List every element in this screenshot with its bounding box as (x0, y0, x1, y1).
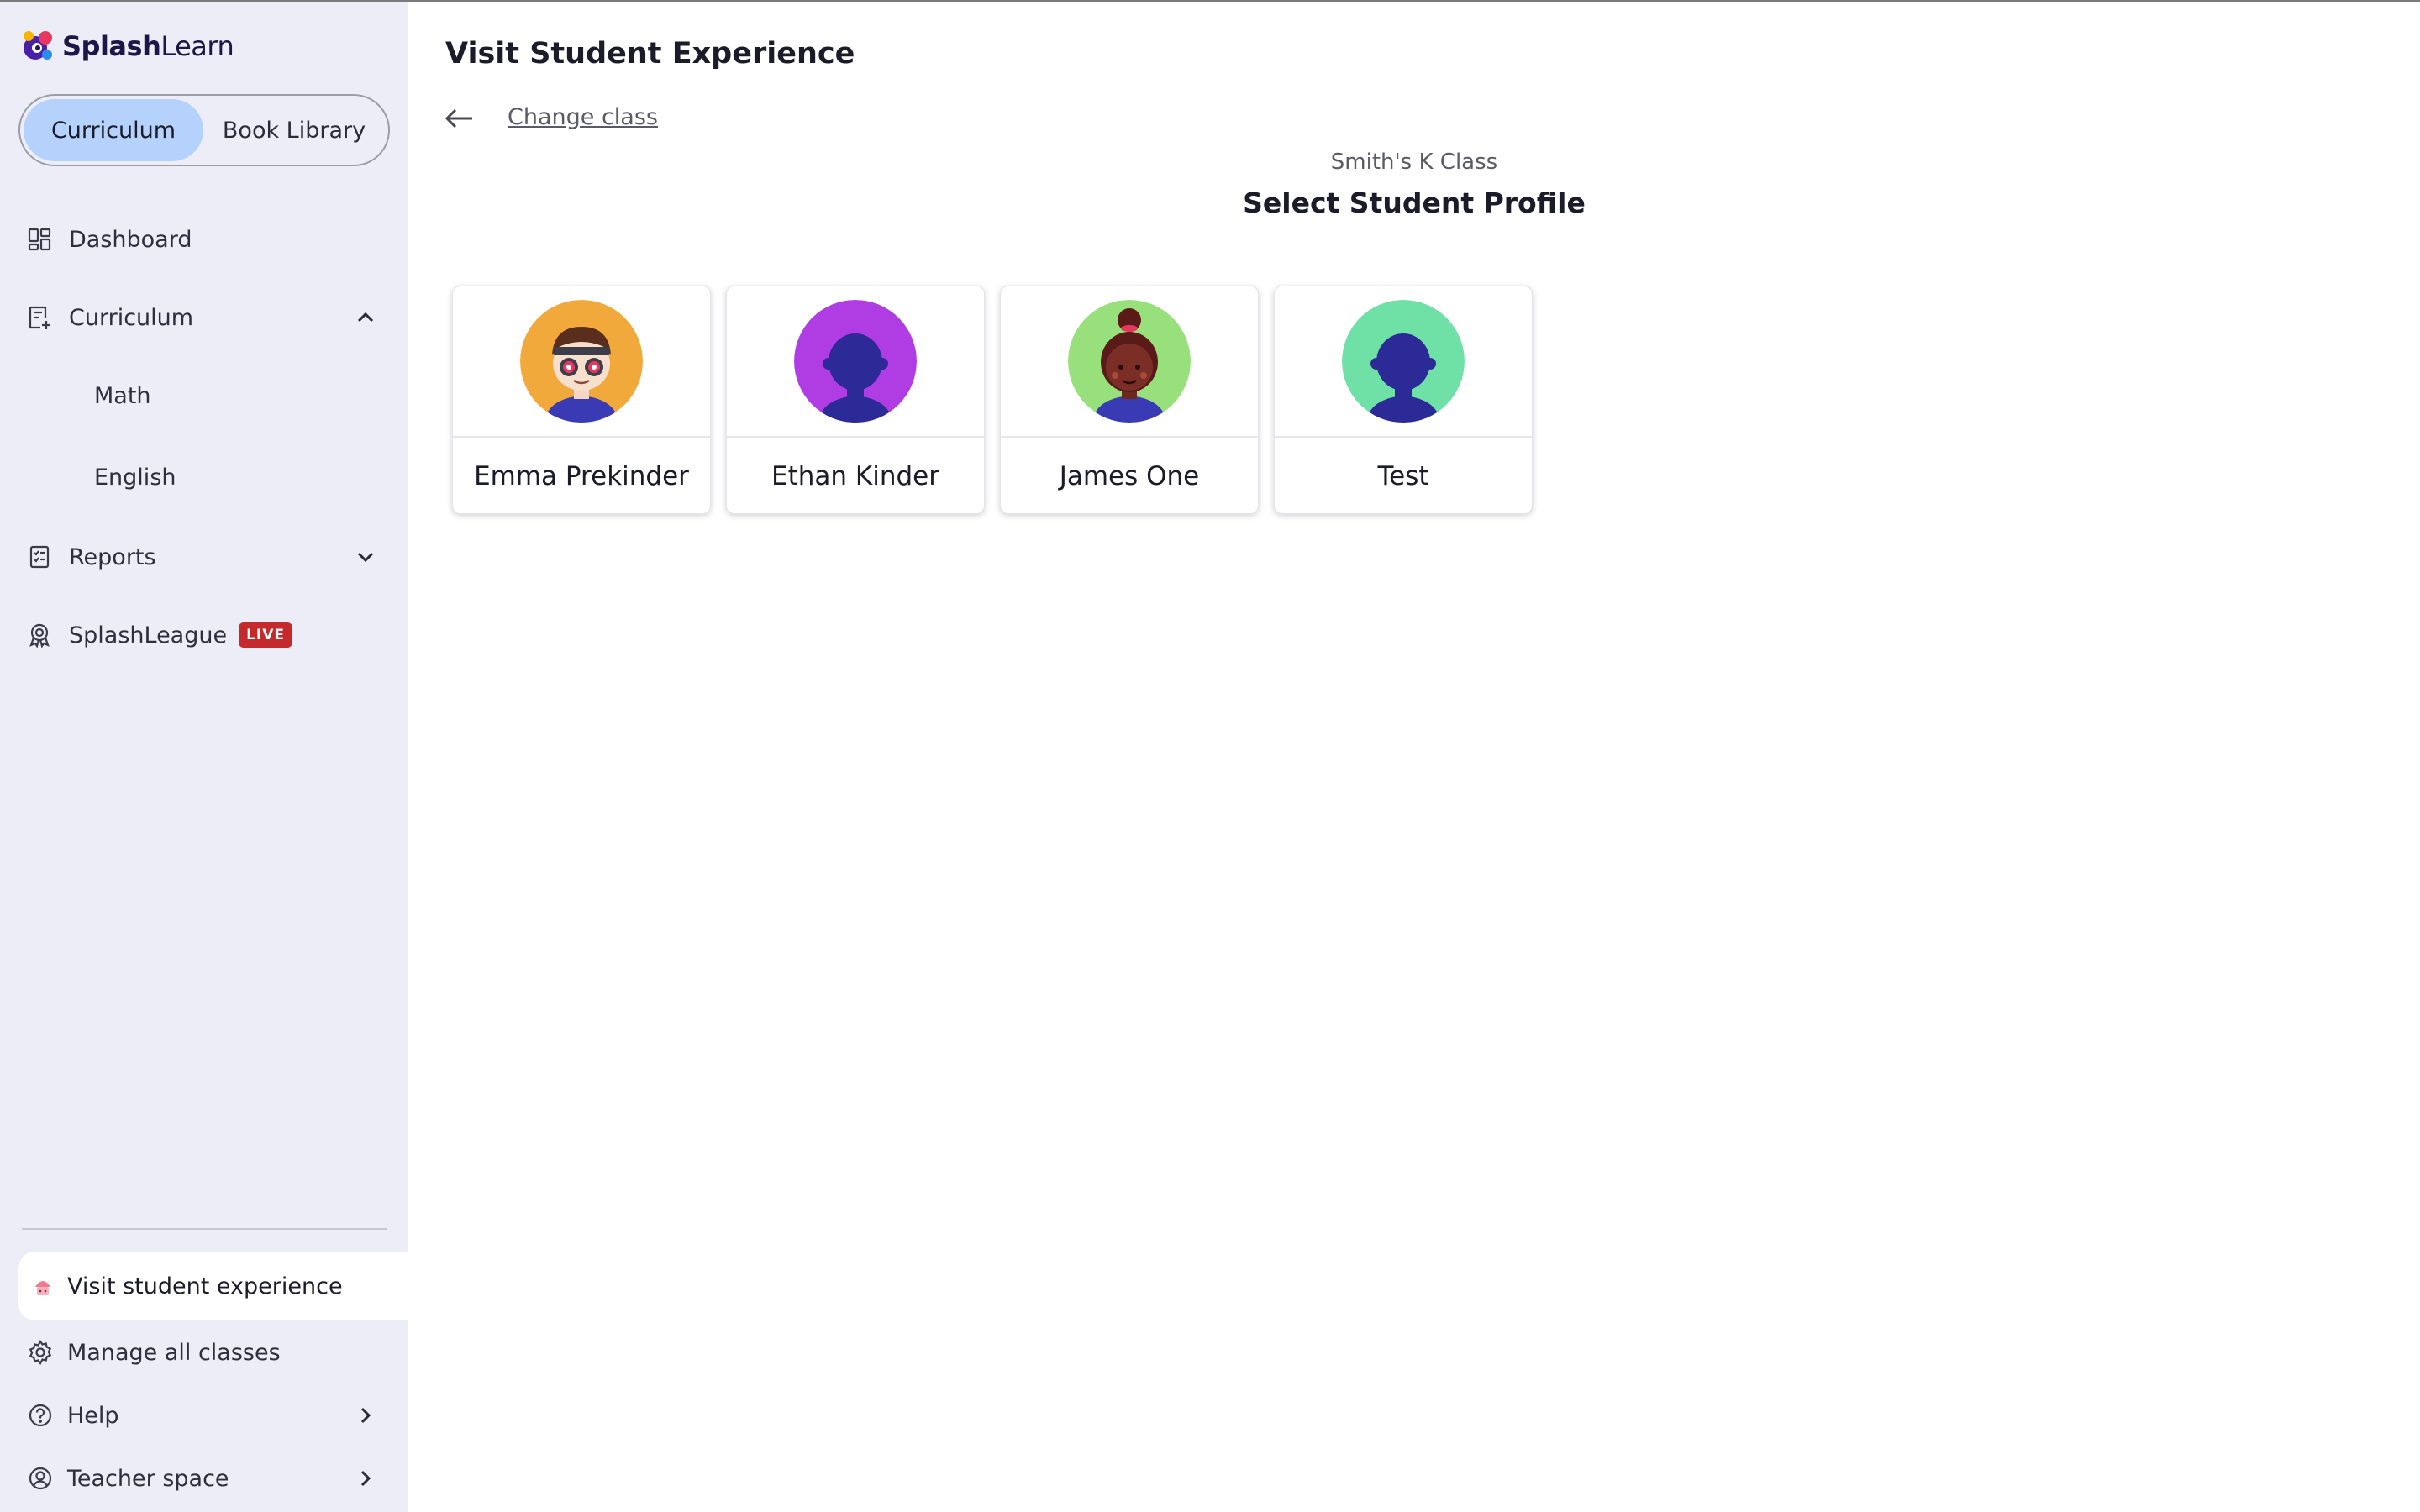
student-profile-list: Emma Prekinder Ethan Kinder James One Te… (452, 286, 1533, 514)
curriculum-icon (25, 303, 54, 332)
brand-name: SplashLearn (62, 30, 234, 62)
change-class-link[interactable]: Change class (508, 104, 658, 130)
sidebar-item-label: Curriculum (69, 304, 194, 331)
student-card[interactable]: Test (1274, 286, 1533, 514)
boy-with-goggles-icon (520, 300, 643, 423)
student-name: Emma Prekinder (474, 461, 689, 491)
student-card[interactable]: Ethan Kinder (726, 286, 985, 514)
student-name: James One (1059, 461, 1200, 491)
manage-all-classes-label: Manage all classes (67, 1339, 281, 1366)
help-label: Help (67, 1402, 119, 1429)
dashboard-icon (25, 225, 54, 254)
select-profile-heading: Select Student Profile (1243, 186, 1586, 219)
visit-student-experience-button[interactable]: Visit student experience (18, 1252, 408, 1320)
sidebar-item-label: SplashLeague (69, 622, 228, 648)
chevron-down-icon[interactable] (353, 544, 378, 570)
live-badge: LIVE (239, 622, 293, 648)
teacher-space-label: Teacher space (67, 1465, 229, 1492)
sidebar-item-dashboard[interactable]: Dashboard (25, 214, 192, 265)
class-name: Smith's K Class (1330, 150, 1498, 175)
sidebar-item-label: Reports (69, 543, 156, 570)
chevron-up-icon[interactable] (353, 305, 378, 330)
student-name: Ethan Kinder (771, 461, 939, 491)
trophy-ribbon-icon (25, 621, 54, 649)
student-card-avatar-area (727, 286, 984, 438)
teacher-space-menu-item[interactable]: Teacher space (27, 1457, 229, 1499)
sidebar-subitem-math[interactable]: Math (94, 383, 151, 409)
chevron-right-icon[interactable] (353, 1403, 378, 1428)
manage-all-classes-link[interactable]: Manage all classes (27, 1331, 281, 1373)
sidebar-item-label: Dashboard (69, 226, 192, 253)
sidebar-item-curriculum[interactable]: Curriculum (25, 292, 193, 343)
girl-with-bun-icon (1068, 300, 1191, 423)
splashlearn-logo[interactable]: SplashLearn (18, 25, 234, 67)
book-library-toggle-button[interactable]: Book Library (203, 99, 385, 161)
user-circle-icon (29, 1467, 52, 1490)
student-cupcake-icon (35, 1281, 50, 1295)
student-card-avatar-area (1001, 286, 1258, 438)
help-icon (29, 1404, 52, 1427)
sidebar-item-reports[interactable]: Reports (25, 532, 156, 582)
gear-icon (29, 1339, 52, 1366)
reports-icon (25, 543, 54, 571)
top-border (0, 0, 2420, 2)
default-silhouette-icon (1342, 300, 1465, 423)
student-card-avatar-area (1275, 286, 1532, 438)
back-arrow-icon[interactable] (442, 104, 476, 133)
student-card[interactable]: James One (1000, 286, 1259, 514)
student-card[interactable]: Emma Prekinder (452, 286, 711, 514)
curriculum-toggle-button[interactable]: Curriculum (24, 99, 203, 161)
visit-student-experience-label: Visit student experience (67, 1273, 343, 1299)
default-silhouette-icon (794, 300, 917, 423)
sidebar: SplashLearn Curriculum Book Library Dash… (0, 0, 408, 1512)
splashlearn-logo-icon (24, 31, 52, 60)
content-toggle: Curriculum Book Library (18, 94, 390, 166)
sidebar-item-splashleague[interactable]: SplashLeague LIVE (25, 610, 293, 660)
main-content: Visit Student Experience Change class Sm… (408, 0, 2420, 1512)
student-name: Test (1377, 461, 1429, 491)
sidebar-divider (22, 1228, 387, 1230)
sidebar-subitem-english[interactable]: English (94, 465, 176, 491)
student-card-avatar-area (453, 286, 710, 438)
page-title: Visit Student Experience (445, 37, 855, 71)
help-menu-item[interactable]: Help (27, 1394, 119, 1436)
chevron-right-icon[interactable] (353, 1466, 378, 1491)
